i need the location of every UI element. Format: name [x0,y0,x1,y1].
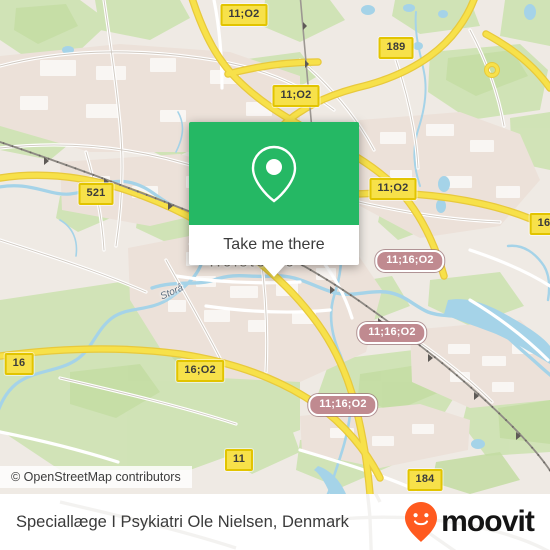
road-shield: 11;16;O2 [357,322,427,344]
road-shield: 11;O2 [369,178,417,200]
popup-image-placeholder [189,122,359,225]
map-pin-icon [251,145,297,203]
page-title: Speciallæge I Psykiatri Ole Nielsen, Den… [16,512,349,531]
road-shield: 521 [78,183,114,205]
road-shield: 11 [224,449,254,471]
map-canvas[interactable]: Holstebro Storå 11;O2 189 11;O2 521 11;O… [0,0,550,494]
road-shield: 16 [529,213,550,235]
moovit-wordmark: moovit [441,505,535,538]
attribution-text: © OpenStreetMap contributors [11,470,181,484]
road-shield: 16 [4,353,34,375]
road-shield: 11;16;O2 [308,394,378,416]
moovit-pin-smiley-icon [405,502,438,542]
footer-bar: Speciallæge I Psykiatri Ole Nielsen, Den… [0,494,550,550]
road-shield: 189 [378,37,414,59]
moovit-logo[interactable]: moovit [404,501,535,543]
road-shield: 11;O2 [220,4,268,26]
road-shield: 184 [407,469,443,491]
road-shield: 16;O2 [176,360,224,382]
map-attribution[interactable]: © OpenStreetMap contributors [0,466,192,488]
location-popup-card[interactable]: Take me there [189,122,359,277]
moovit-map-screenshot: Holstebro Storå 11;O2 189 11;O2 521 11;O… [0,0,550,550]
road-shield: 11;O2 [272,85,320,107]
popup-caption[interactable]: Take me there [189,225,359,265]
road-shield: 11;16;O2 [375,250,445,272]
popup-caption-label: Take me there [223,236,325,253]
popup-tail [263,265,285,277]
